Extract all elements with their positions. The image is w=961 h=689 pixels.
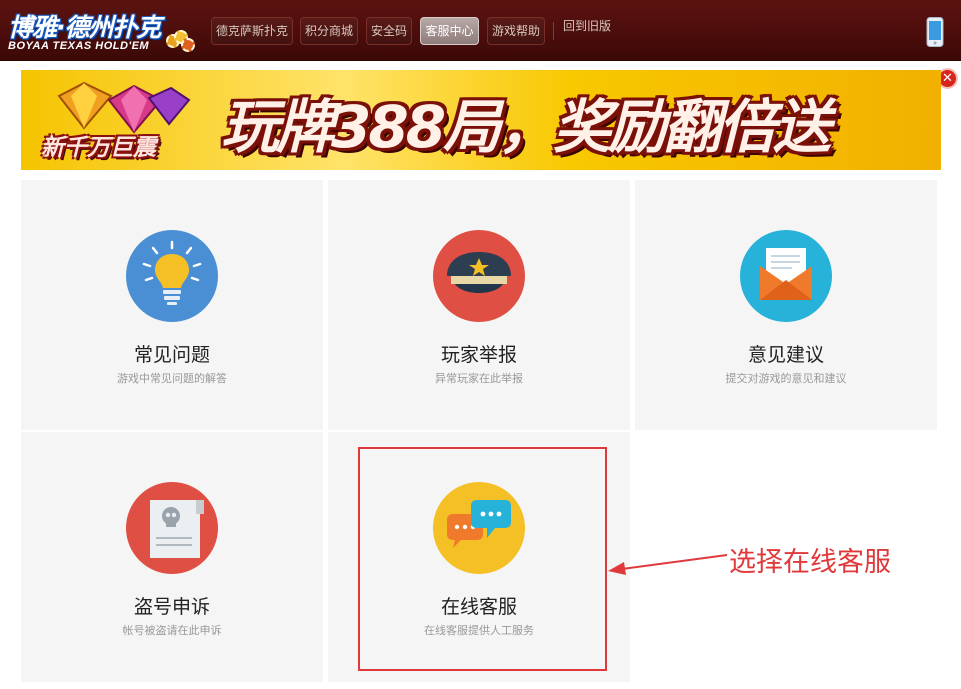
card-description: 帐号被盗请在此申诉 — [122, 624, 222, 637]
card-title: 盗号申诉 — [133, 596, 210, 618]
card-account-appeal[interactable]: 盗号申诉 帐号被盗请在此申诉 — [21, 432, 323, 682]
card-description: 提交对游戏的意见和建议 — [725, 372, 847, 385]
card-report-player[interactable]: 玩家举报 异常玩家在此举报 — [328, 180, 630, 430]
nav-tab-service-center[interactable]: 客服中心 — [420, 17, 479, 45]
card-faq[interactable]: 常见问题 游戏中常见问题的解答 — [21, 180, 323, 430]
logo-title: 博雅·德州扑克 — [8, 13, 161, 42]
card-title: 玩家举报 — [440, 344, 517, 366]
lightbulb-icon — [126, 230, 218, 322]
nav-divider — [553, 22, 554, 40]
top-bar: 博雅·德州扑克 BOYAA TEXAS HOLD'EM 德克萨斯扑克 积分商城 … — [0, 0, 961, 61]
poker-chips-icon — [166, 30, 196, 54]
card-description: 异常玩家在此举报 — [435, 372, 523, 385]
nav-tab-texas-poker[interactable]: 德克萨斯扑克 — [211, 17, 293, 45]
card-title: 常见问题 — [133, 344, 210, 366]
annotation-arrow — [608, 554, 728, 575]
banner-subtitle: 新千万巨震 — [41, 135, 156, 161]
card-feedback[interactable]: 意见建议 提交对游戏的意见和建议 — [635, 180, 937, 430]
annotation-label: 选择在线客服 — [729, 547, 891, 578]
envelope-icon — [740, 230, 832, 322]
card-description: 游戏中常见问题的解答 — [117, 372, 227, 385]
nav-tab-security-code[interactable]: 安全码 — [366, 17, 412, 45]
skull-document-icon — [126, 482, 218, 574]
police-cap-icon — [433, 230, 525, 322]
old-version-link[interactable]: 回到旧版 — [563, 17, 611, 45]
highlight-box — [358, 447, 607, 671]
logo-subtitle: BOYAA TEXAS HOLD'EM — [8, 40, 150, 52]
nav-tab-game-help[interactable]: 游戏帮助 — [487, 17, 545, 45]
card-title: 意见建议 — [747, 344, 824, 366]
promo-banner[interactable]: 新千万巨震 玩牌388局，奖励翻倍送 — [21, 70, 941, 170]
banner-headline: 玩牌388局，奖励翻倍送 — [221, 93, 831, 161]
mobile-phone-icon[interactable] — [925, 17, 945, 47]
nav-tab-points-mall[interactable]: 积分商城 — [300, 17, 358, 45]
logo[interactable]: 博雅·德州扑克 BOYAA TEXAS HOLD'EM — [6, 6, 202, 56]
